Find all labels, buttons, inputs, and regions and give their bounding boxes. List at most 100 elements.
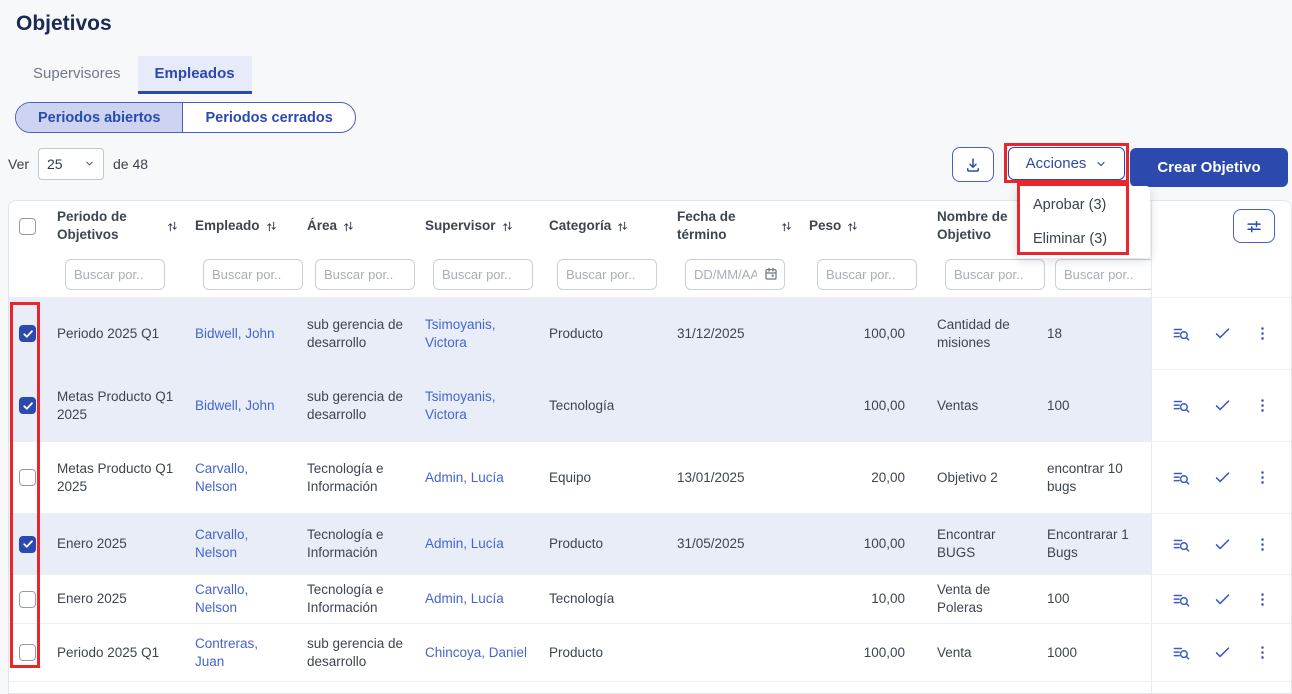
approve-button[interactable] (1213, 324, 1232, 343)
search-filter-input[interactable] (945, 259, 1045, 290)
sort-icon[interactable] (780, 220, 793, 233)
cell-categoria-text: Equipo (549, 469, 591, 487)
menu-item-aprobar[interactable]: Aprobar (3) (1017, 188, 1150, 222)
search-filter-input[interactable] (1055, 259, 1155, 290)
tab-supervisores[interactable]: Supervisores (16, 56, 138, 94)
employee-link: Carvallo, Nelson (187, 575, 299, 623)
view-details-button[interactable] (1172, 535, 1191, 554)
row-checkbox[interactable] (19, 397, 36, 414)
pill-periodos-abiertos[interactable]: Periodos abiertos (16, 103, 182, 132)
row-actions-cell (1151, 298, 1291, 369)
select-all-checkbox[interactable] (19, 218, 36, 235)
download-button[interactable] (952, 147, 994, 182)
crear-objetivo-button[interactable]: Crear Objetivo (1130, 148, 1288, 187)
row-checkbox[interactable] (19, 469, 36, 486)
search-filter-input[interactable] (557, 259, 657, 290)
search-filter-input[interactable] (315, 259, 415, 290)
table-cell-empty (1039, 682, 1151, 694)
cell-periodo: Periodo 2025 Q1 (49, 298, 187, 369)
row-menu-button[interactable] (1254, 397, 1271, 414)
page-size-select[interactable]: 25 (38, 148, 104, 180)
table-row: Metas Producto Q1 2025Carvallo, NelsonTe… (9, 441, 1291, 513)
employee-link-text[interactable]: Carvallo, Nelson (195, 460, 291, 496)
view-details-button[interactable] (1172, 590, 1191, 609)
column-settings-button[interactable] (1233, 209, 1275, 243)
supervisor-link-text[interactable]: Admin, Lucía (425, 469, 504, 487)
row-checkbox[interactable] (19, 644, 36, 661)
period-toggle: Periodos abiertos Periodos cerrados (15, 102, 356, 133)
cell-meta-text: 18 (1047, 325, 1062, 343)
column-header-Supervisor[interactable]: Supervisor (417, 201, 541, 251)
supervisor-link-text[interactable]: Tsimoyanis, Victora (425, 316, 533, 352)
menu-item-eliminar[interactable]: Eliminar (3) (1017, 222, 1150, 256)
sort-icon[interactable] (846, 220, 859, 233)
row-checkbox[interactable] (19, 325, 36, 342)
cell-periodo-text: Enero 2025 (57, 590, 127, 608)
cell-categoria: Producto (541, 298, 669, 369)
view-details-button[interactable] (1172, 396, 1191, 415)
approve-button[interactable] (1213, 535, 1232, 554)
column-header-Peso[interactable]: Peso (801, 201, 929, 251)
sort-icon[interactable] (265, 220, 278, 233)
view-details-button[interactable] (1172, 468, 1191, 487)
column-header-Categoría[interactable]: Categoría (541, 201, 669, 251)
supervisor-link: Tsimoyanis, Victora (417, 370, 541, 441)
approve-button[interactable] (1213, 468, 1232, 487)
column-header-Periodo de Objetivos[interactable]: Periodo de Objetivos (49, 201, 187, 251)
view-details-button[interactable] (1172, 324, 1191, 343)
cell-nombre-text: Venta (937, 644, 972, 662)
sort-icon[interactable] (166, 220, 179, 233)
cell-categoria-text: Producto (549, 644, 603, 662)
cell-categoria: Producto (541, 624, 669, 681)
cell-categoria: Producto (541, 514, 669, 574)
sort-icon[interactable] (616, 220, 629, 233)
search-filter-input[interactable] (65, 259, 165, 290)
cell-meta: 1000 (1039, 624, 1151, 681)
cell-area: sub gerencia de desarrollo (299, 298, 417, 369)
calendar-icon[interactable] (763, 266, 779, 282)
row-menu-button[interactable] (1254, 536, 1271, 553)
supervisor-link-text[interactable]: Tsimoyanis, Victora (425, 388, 533, 424)
view-details-button[interactable] (1172, 643, 1191, 662)
search-filter-input[interactable] (817, 259, 917, 290)
row-menu-button[interactable] (1254, 591, 1271, 608)
pill-periodos-cerrados[interactable]: Periodos cerrados (182, 103, 354, 132)
employee-link-text[interactable]: Carvallo, Nelson (195, 526, 291, 562)
kebab-menu-icon (1254, 469, 1271, 486)
row-menu-button[interactable] (1254, 325, 1271, 342)
row-checkbox[interactable] (19, 536, 36, 553)
row-menu-button[interactable] (1254, 469, 1271, 486)
filter-cell (299, 251, 417, 297)
approve-button[interactable] (1213, 590, 1232, 609)
search-filter-input[interactable] (203, 259, 303, 290)
employee-link-text[interactable]: Bidwell, John (195, 397, 275, 415)
supervisor-link-text[interactable]: Admin, Lucía (425, 590, 504, 608)
row-checkbox[interactable] (19, 591, 36, 608)
tab-empleados[interactable]: Empleados (138, 56, 252, 94)
acciones-button[interactable]: Acciones (1008, 147, 1125, 180)
approve-button[interactable] (1213, 643, 1232, 662)
supervisor-link-text[interactable]: Chincoya, Daniel (425, 644, 527, 662)
employee-link-text[interactable]: Carvallo, Nelson (195, 581, 291, 617)
cell-peso: 20,00 (801, 442, 929, 513)
approve-check-icon (1213, 468, 1232, 487)
employee-link: Contreras, Juan (187, 624, 299, 681)
sort-icon[interactable] (501, 220, 514, 233)
employee-link-text[interactable]: Bidwell, John (195, 325, 275, 343)
page-size-value: 25 (47, 156, 63, 172)
column-header-Fecha de término[interactable]: Fecha de término (669, 201, 801, 251)
column-header-Área[interactable]: Área (299, 201, 417, 251)
row-checkbox-cell (9, 514, 49, 574)
supervisor-link-text[interactable]: Admin, Lucía (425, 535, 504, 553)
search-filter-input[interactable] (433, 259, 533, 290)
table-cell-empty (299, 682, 417, 694)
column-label: Categoría (549, 217, 611, 235)
sort-icon[interactable] (342, 220, 355, 233)
approve-button[interactable] (1213, 396, 1232, 415)
column-header-Empleado[interactable]: Empleado (187, 201, 299, 251)
cell-periodo-text: Periodo 2025 Q1 (57, 325, 159, 343)
cell-meta-text: 100 (1047, 397, 1070, 415)
row-menu-button[interactable] (1254, 644, 1271, 661)
employee-link-text[interactable]: Contreras, Juan (195, 635, 291, 671)
cell-nombre: Objetivo 2 (929, 442, 1039, 513)
